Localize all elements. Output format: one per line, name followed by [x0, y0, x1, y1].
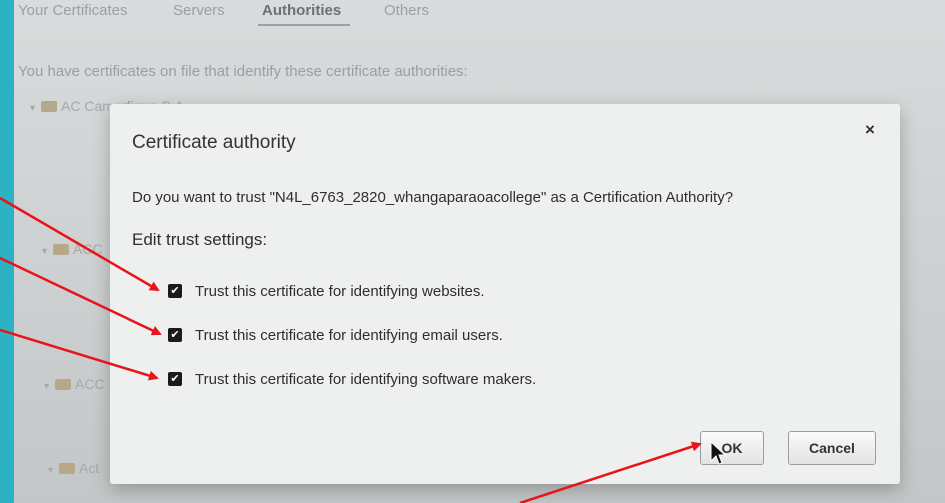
annotation-arrow-email [0, 256, 162, 336]
annotation-arrow-ok [519, 441, 702, 503]
annotation-arrows [0, 196, 702, 503]
annotation-arrow-software [0, 328, 159, 381]
annotation-arrow-websites [0, 196, 160, 292]
